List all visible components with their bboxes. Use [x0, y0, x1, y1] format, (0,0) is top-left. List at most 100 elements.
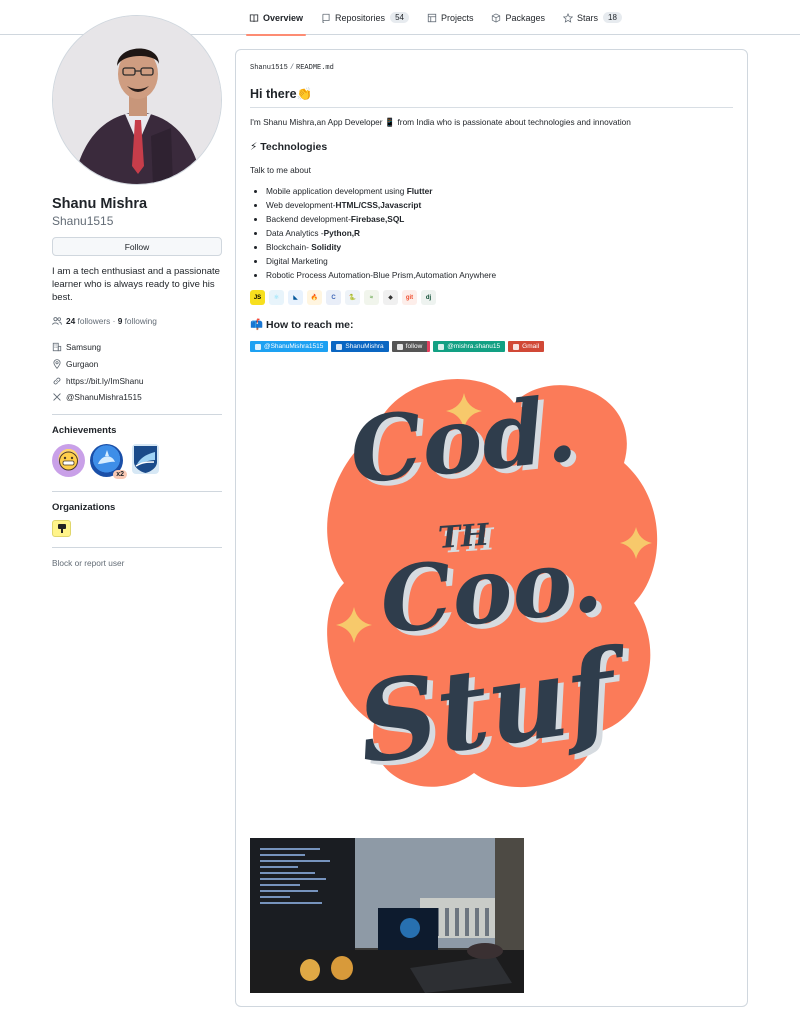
organization-avatar[interactable] — [52, 519, 71, 537]
profile-location: Gurgaon — [52, 356, 222, 373]
building-icon — [52, 343, 62, 352]
tab-projects[interactable]: Projects — [418, 0, 483, 35]
link-icon — [53, 377, 61, 385]
readme-owner-link[interactable]: Shanu1515 — [250, 64, 288, 72]
contact-badges: @ShanuMishra1515 ShanuMishra follow @mishra… — [250, 341, 545, 352]
profile-username: Shanu1515 — [52, 214, 114, 228]
following-link[interactable]: 9 following — [118, 316, 157, 326]
instagram-icon — [396, 343, 403, 350]
contact-badge[interactable]: @mishra.shanu15 — [433, 341, 506, 352]
contact-badge[interactable]: ShanuMishra — [331, 341, 389, 352]
technology-text: Digital Marketing — [266, 256, 328, 266]
location-text: Gurgaon — [66, 359, 99, 370]
contact-badge[interactable]: follow — [391, 341, 431, 352]
tech-logo-icon: ◣ — [288, 290, 303, 305]
followers-link[interactable]: 24 followers — [66, 316, 110, 326]
tech-logo-icon: ⚛ — [269, 290, 284, 305]
tab-overview[interactable]: Overview — [240, 0, 312, 36]
reach-heading: 📫 How to reach me: — [250, 319, 354, 331]
technology-item: Data Analytics -Python,R — [266, 226, 496, 240]
achievement-pull-shark-icon[interactable]: x2 — [90, 443, 127, 479]
company-text: Samsung — [66, 342, 102, 353]
technology-emphasis: HTML/CSS,Javascript — [335, 200, 422, 210]
readme-file-name: README.md — [296, 64, 334, 72]
readme-intro: I'm Shanu Mishra,an App Developer 📱 from… — [250, 117, 631, 127]
table-icon — [427, 13, 437, 22]
sidebar-divider — [52, 413, 222, 415]
tech-logo-icon: 🔥 — [307, 290, 322, 305]
contact-badge[interactable]: Gmail — [508, 341, 545, 352]
technology-item: Digital Marketing — [266, 254, 496, 268]
grinning-face-icon — [59, 451, 78, 471]
sidebar-divider — [52, 490, 222, 492]
avatar[interactable] — [52, 15, 222, 185]
package-icon — [492, 13, 501, 22]
tab-counter: 54 — [390, 12, 409, 23]
code-the-cool-stuff-sticker: Cod.Cod.THTHCoo.Coo.StufStuf — [327, 376, 658, 793]
following-count: 9 — [117, 316, 123, 326]
technology-text: Backend development- — [266, 214, 351, 224]
tech-logo-icon: C — [326, 290, 341, 305]
contact-badge-label: ShanuMishra — [345, 343, 384, 350]
technology-item: Web development-HTML/CSS,Javascript — [266, 198, 496, 212]
profile-details: Samsung Gurgaon https://bit.ly/ImShanu @… — [52, 339, 222, 406]
technology-list: Mobile application development using Flu… — [266, 184, 496, 282]
following-label: following — [124, 316, 157, 326]
tech-logo-icon: dj — [421, 290, 436, 305]
tab-label: Packages — [505, 12, 546, 23]
profile-twitter[interactable]: @ShanuMishra1515 — [52, 389, 222, 406]
profile-sidebar: Shanu Mishra Shanu1515 Follow I am a tec… — [52, 15, 222, 568]
tab-label: Stars — [577, 12, 599, 23]
tab-stars[interactable]: Stars 18 — [554, 0, 631, 35]
linkedin-icon — [336, 343, 343, 350]
profile-website[interactable]: https://bit.ly/ImShanu — [52, 372, 222, 389]
follow-button[interactable]: Follow — [52, 237, 222, 256]
technology-text: Blockchain- — [266, 242, 312, 252]
repo-icon — [322, 13, 330, 23]
tech-logo-icon: ◆ — [383, 290, 398, 305]
readme-heading: Hi there👏 — [250, 87, 733, 108]
contact-badge-label: follow — [405, 343, 423, 350]
technology-text: Mobile application development using — [266, 186, 407, 196]
stats-separator: · — [112, 316, 116, 326]
technology-emphasis: Flutter — [406, 186, 433, 196]
organization-logo-icon — [57, 524, 66, 534]
readme-breadcrumb: Shanu1515/README.md — [250, 64, 334, 72]
technology-text: Robotic Process Automation-Blue Prism,Au… — [266, 270, 497, 280]
x-logo-icon — [53, 393, 61, 402]
contact-badge[interactable]: @ShanuMishra1515 — [250, 341, 329, 352]
technology-item: Robotic Process Automation-Blue Prism,Au… — [266, 268, 496, 282]
block-report-link[interactable]: Block or report user — [52, 558, 222, 568]
desk-photo-illustration — [250, 838, 524, 993]
technologies-heading: ⚡ Technologies — [250, 141, 328, 153]
twitter-link[interactable]: @ShanuMishra1515 — [66, 392, 142, 402]
achievement-arctic-vault-icon[interactable] — [132, 443, 159, 474]
book-icon — [249, 13, 259, 22]
tab-label: Overview — [263, 12, 304, 23]
people-icon — [52, 317, 62, 325]
profile-bio: I am a tech enthusiast and a passionate … — [52, 266, 220, 303]
website-link[interactable]: https://bit.ly/ImShanu — [66, 376, 143, 386]
shield-icon — [134, 445, 157, 473]
achievement-quickdraw-icon[interactable] — [52, 443, 85, 477]
talk-to-me-text: Talk to me about — [250, 165, 311, 175]
tab-repositories[interactable]: Repositories 54 — [312, 0, 418, 35]
tech-logo-icon: ≈ — [364, 290, 379, 305]
technology-item: Blockchain- Solidity — [266, 240, 496, 254]
technology-item: Backend development-Firebase,SQL — [266, 212, 496, 226]
desk-setup-photo — [250, 838, 524, 993]
achievements-title: Achievements — [52, 424, 117, 436]
gmail-icon — [513, 343, 520, 350]
tab-counter: 18 — [603, 12, 622, 23]
location-icon — [53, 359, 61, 370]
tech-logo-icon: git — [402, 290, 417, 305]
follow-stats: 24 followers · 9 following — [52, 316, 222, 326]
tab-packages[interactable]: Packages — [482, 0, 554, 35]
twitter-icon — [255, 343, 261, 350]
technology-item: Mobile application development using Flu… — [266, 184, 496, 198]
tech-icon-row: JS ⚛ ◣ 🔥 C 🐍 ≈ ◆ git dj — [250, 290, 436, 305]
avatar-photo — [53, 16, 221, 184]
achievement-multiplier: x2 — [113, 469, 127, 479]
profile-name: Shanu Mishra — [52, 196, 148, 212]
tech-logo-icon: JS — [250, 290, 265, 305]
